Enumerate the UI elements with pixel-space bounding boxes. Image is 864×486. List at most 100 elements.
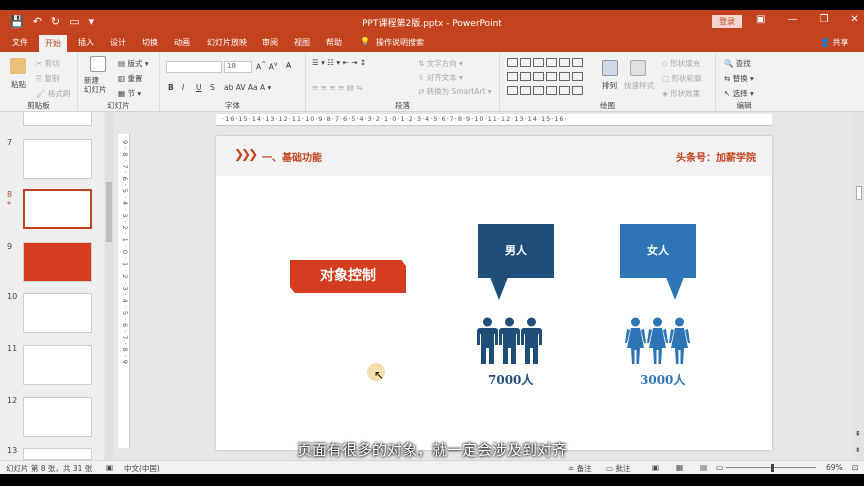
thumbnail-scrollbar[interactable] xyxy=(105,112,113,460)
ribbon-display-icon[interactable]: ▣ xyxy=(756,14,765,25)
replace-button[interactable]: ⇆ 替换 ▾ xyxy=(724,73,754,84)
thumbnail-number: 11 xyxy=(7,344,18,353)
tab-design[interactable]: 设计 xyxy=(110,37,126,48)
text-direction-button[interactable]: ⇅ 文字方向 ▾ xyxy=(418,58,463,69)
drawing-label: 绘图 xyxy=(600,101,615,110)
shape-effects-button[interactable]: ◈ 形状效果 xyxy=(662,88,700,99)
quick-styles-icon[interactable] xyxy=(630,60,646,76)
font-name-field[interactable] xyxy=(166,61,222,73)
shape-outline-button[interactable]: ▢ 形状轮廓 xyxy=(662,73,701,84)
thumbnail-number: 12 xyxy=(7,396,18,405)
tell-me-search[interactable]: 操作说明搜索 xyxy=(376,37,424,48)
new-slide-button[interactable]: 新建 幻灯片 xyxy=(84,76,107,94)
align-icons[interactable]: ≡ ≡ ≡ ≡ ▤ ⇋ xyxy=(312,83,362,92)
tab-transitions[interactable]: 切换 xyxy=(142,37,158,48)
slide-thumbnail-9[interactable] xyxy=(23,242,92,282)
slide-scrollbar[interactable]: ⇞ ⇟ xyxy=(854,112,864,460)
previous-slide-icon[interactable]: ⇞ xyxy=(855,430,861,438)
quick-styles-button[interactable]: 快速样式 xyxy=(624,80,654,91)
italic-button[interactable]: I xyxy=(182,83,184,92)
slide-thumbnail-8[interactable] xyxy=(23,189,92,229)
slide-thumbnail-12[interactable] xyxy=(23,397,92,437)
minimize-icon[interactable]: — xyxy=(787,14,797,25)
female-speech-bubble[interactable]: 女人 xyxy=(620,224,696,300)
tab-review[interactable]: 审阅 xyxy=(262,37,278,48)
reading-view-icon[interactable]: ▤ xyxy=(700,463,707,472)
slideshow-view-icon[interactable]: ▭ xyxy=(716,463,723,472)
format-painter-button[interactable]: 🖌 格式刷 xyxy=(36,88,70,99)
convert-smartart-button[interactable]: ⇄ 转换为 SmartArt ▾ xyxy=(418,86,492,97)
mouse-cursor-icon: ↖ xyxy=(374,368,385,382)
male-people-icons[interactable] xyxy=(477,317,542,365)
editing-group: 🔍 查找 ⇆ 替换 ▾ ↖ 选择 ▾ 编辑 xyxy=(716,52,772,112)
clear-format-icon[interactable]: A̶ xyxy=(286,61,291,70)
female-people-icons[interactable] xyxy=(625,317,690,365)
font-more-icons[interactable]: ab AV Aa A ▾ xyxy=(224,83,271,92)
shape-fill-button[interactable]: ◇ 形状填充 xyxy=(662,58,700,69)
shapes-gallery[interactable] xyxy=(506,57,594,95)
chevron-right-icon: ❯❯❯ xyxy=(234,147,258,161)
editing-label: 编辑 xyxy=(736,101,752,110)
thumbnail-number: 9 xyxy=(7,242,13,251)
zoom-level[interactable]: 69% xyxy=(826,463,843,472)
cut-button[interactable]: ✂ 剪切 xyxy=(36,58,60,69)
login-button[interactable]: 登录 xyxy=(712,15,742,28)
reset-button[interactable]: ▥ 重置 xyxy=(118,73,142,84)
strikethrough-button[interactable]: S xyxy=(210,83,215,92)
font-grow-icon[interactable]: A^ Av xyxy=(256,61,278,72)
thumbnail-number: 10 xyxy=(7,292,18,301)
slide-thumbnail-6[interactable] xyxy=(23,112,92,126)
title-bar: 💾 ↶ ↻ ▭ ▾ PPT课程第2版.pptx - PowerPoint 登录 … xyxy=(0,10,864,34)
male-label: 男人 xyxy=(505,244,527,257)
new-slide-icon[interactable] xyxy=(90,56,106,72)
spellcheck-icon[interactable]: ▣ xyxy=(106,463,113,472)
tab-home[interactable]: 开始 xyxy=(39,35,67,52)
restore-icon[interactable]: ❐ xyxy=(819,14,828,25)
underline-button[interactable]: U xyxy=(196,83,202,92)
section-title[interactable]: 一、基础功能 xyxy=(262,149,322,164)
tab-slideshow[interactable]: 幻灯片放映 xyxy=(207,37,247,48)
scrollbar-thumb[interactable] xyxy=(106,182,112,242)
comments-button[interactable]: ▭ 批注 xyxy=(606,463,630,474)
list-icons[interactable]: ☰ ▾ ☷ ▾ ⇤ ⇥ ↕ xyxy=(312,58,366,67)
share-button[interactable]: 👤 共享 xyxy=(820,37,849,48)
tab-animations[interactable]: 动画 xyxy=(174,37,190,48)
bold-button[interactable]: B xyxy=(168,83,174,92)
select-button[interactable]: ↖ 选择 ▾ xyxy=(724,88,754,99)
female-label: 女人 xyxy=(647,244,669,257)
brand-label[interactable]: 头条号：加薪学院 xyxy=(676,149,756,164)
layout-button[interactable]: ▤ 版式 ▾ xyxy=(118,58,149,69)
zoom-slider-thumb[interactable] xyxy=(771,464,774,472)
male-speech-bubble[interactable]: 男人 xyxy=(478,224,554,300)
tab-file[interactable]: 文件 xyxy=(12,37,28,48)
fit-slide-icon[interactable]: ⊡ xyxy=(852,463,858,472)
slide-thumbnail-11[interactable] xyxy=(23,345,92,385)
notes-button[interactable]: ≐ 备注 xyxy=(568,463,592,474)
tab-help[interactable]: 帮助 xyxy=(326,37,342,48)
arrange-icon[interactable] xyxy=(602,60,618,76)
tab-view[interactable]: 视图 xyxy=(294,37,310,48)
video-subtitle: 页面有很多的对象，就一定会涉及到对齐 xyxy=(296,441,567,459)
paste-button[interactable]: 粘贴 xyxy=(11,79,26,90)
font-size-field[interactable]: 18 xyxy=(224,61,252,73)
normal-view-icon[interactable]: ▣ xyxy=(652,463,659,472)
slide-sorter-icon[interactable]: ▦ xyxy=(676,463,683,472)
align-text-button[interactable]: ⇳ 对齐文本 ▾ xyxy=(418,72,463,83)
slide-thumbnail-10[interactable] xyxy=(23,293,92,333)
paste-icon[interactable] xyxy=(10,58,26,74)
male-person-icon xyxy=(521,317,542,364)
scrollbar-thumb[interactable] xyxy=(856,186,862,200)
section-button[interactable]: ▦ 节 ▾ xyxy=(118,88,141,99)
female-count[interactable]: 3000人 xyxy=(640,371,685,388)
language-status[interactable]: 中文(中国) xyxy=(124,463,160,474)
slide-thumbnail-7[interactable] xyxy=(23,139,92,179)
male-count[interactable]: 7000人 xyxy=(488,371,533,388)
find-button[interactable]: 🔍 查找 xyxy=(724,58,751,69)
slide-canvas[interactable]: ❯❯❯ 一、基础功能 头条号：加薪学院 对象控制 男人 7000人 女人 300… xyxy=(216,136,772,450)
copy-button[interactable]: ⎘ 复制 xyxy=(36,73,59,84)
object-control-shape[interactable]: 对象控制 xyxy=(290,260,406,293)
arrange-button[interactable]: 排列 xyxy=(602,80,617,91)
close-icon[interactable]: ✕ xyxy=(850,14,858,25)
tab-insert[interactable]: 插入 xyxy=(78,37,94,48)
font-label: 字体 xyxy=(225,101,240,110)
